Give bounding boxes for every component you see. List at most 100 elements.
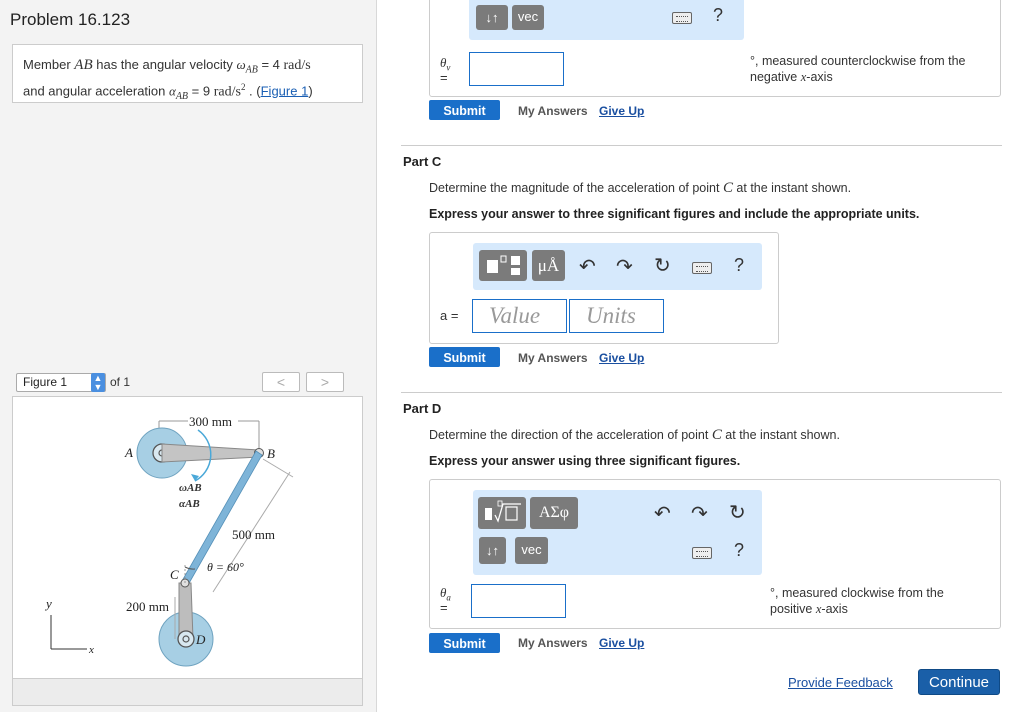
part-d-toolbar: ΑΣφ ↶ ↷ ↻ ↓↑ vec ? (473, 490, 762, 575)
vec-button[interactable]: vec (512, 5, 544, 30)
note-line: negative x-axis (750, 69, 966, 85)
undo-icon[interactable]: ↶ (579, 254, 596, 279)
part-c-toolbar: μÅ ↶ ↷ ↻ ? (473, 243, 762, 290)
omega-unit: rad/s (283, 58, 311, 73)
figure-footer (12, 679, 363, 706)
redo-icon[interactable]: ↷ (691, 501, 708, 526)
part-c-submit-button[interactable]: Submit (429, 347, 500, 367)
part-c-give-up-link[interactable]: Give Up (599, 351, 644, 365)
divider (401, 392, 1002, 393)
alpha-ab-label: αAB (179, 498, 200, 510)
part-c-instruction: Express your answer to three significant… (429, 207, 920, 221)
omega-ab-label: ωAB (179, 482, 202, 494)
member-symbol: AB (74, 57, 93, 73)
dimension-300-label: 300 mm (189, 414, 232, 429)
units-button[interactable]: μÅ (532, 250, 565, 281)
alpha-value: = 9 (188, 82, 214, 98)
omega-subscript: AB (245, 64, 258, 76)
provide-feedback-link[interactable]: Provide Feedback (788, 675, 893, 690)
math-templates-button[interactable] (478, 497, 526, 529)
theta-label: θ = 60° (207, 560, 244, 574)
part-d-give-up-link[interactable]: Give Up (599, 636, 644, 650)
note-text: negative (750, 70, 801, 84)
help-button[interactable]: ? (734, 255, 744, 276)
description-text: Determine the magnitude of the accelerat… (429, 181, 723, 195)
label-d: D (195, 632, 206, 647)
equals-sign: = (440, 70, 448, 85)
figure-select-value: Figure 1 (23, 375, 68, 389)
dimension-500-label: 500 mm (232, 527, 275, 542)
a-label: a = (440, 308, 459, 323)
x-axis-label: x (88, 644, 94, 656)
divider (401, 145, 1002, 146)
note-line: °, measured counterclockwise from the (750, 54, 966, 68)
units-input[interactable]: Units (569, 299, 664, 333)
omega-value: = 4 (257, 57, 284, 72)
statement-text: . ( (245, 82, 261, 98)
reset-icon[interactable]: ↻ (729, 500, 746, 525)
keyboard-icon[interactable] (692, 262, 712, 274)
part-c-my-answers-link[interactable]: My Answers (518, 351, 588, 365)
figure-select[interactable]: Figure 1 ▲ ▼ (16, 373, 106, 392)
equals-sign: = (440, 600, 448, 615)
label-c: C (170, 567, 179, 582)
problem-title: Problem 16.123 (10, 10, 131, 29)
description-text: at the instant shown. (732, 181, 852, 195)
statement-text: ) (308, 82, 313, 98)
part-b-submit-button[interactable]: Submit (429, 100, 500, 120)
point-symbol: C (711, 427, 722, 443)
reset-icon[interactable]: ↻ (654, 253, 671, 278)
omega-symbol: ω (236, 57, 246, 72)
description-text: at the instant shown. (721, 428, 840, 442)
theta-v-input[interactable] (469, 52, 564, 86)
statement-text: and angular acceleration (23, 82, 169, 98)
label-a: A (124, 445, 133, 460)
part-d-angle-note: °, measured clockwise from the positive … (770, 585, 944, 617)
templates-icon (487, 255, 520, 275)
problem-statement: Member AB has the angular velocity ωAB =… (12, 44, 363, 103)
part-b-give-up-link[interactable]: Give Up (599, 104, 644, 118)
redo-icon[interactable]: ↷ (616, 254, 633, 279)
statement-line-1: Member AB has the angular velocity ωAB =… (23, 56, 352, 79)
next-figure-button[interactable]: > (306, 372, 344, 392)
label-b: B (267, 446, 275, 461)
part-d-my-answers-link[interactable]: My Answers (518, 636, 588, 650)
help-button[interactable]: ? (734, 540, 744, 561)
continue-button[interactable]: Continue (918, 669, 1000, 695)
arrows-button[interactable]: ↓↑ (479, 537, 506, 564)
part-c-description: Determine the magnitude of the accelerat… (429, 180, 851, 197)
note-text: positive (770, 602, 816, 616)
radical-templates-icon (485, 500, 521, 523)
keyboard-icon[interactable] (692, 547, 712, 559)
note-text: -axis (806, 70, 833, 84)
point-symbol: C (722, 180, 733, 196)
description-text: Determine the direction of the accelerat… (429, 428, 712, 442)
theta-a-input[interactable] (471, 584, 566, 618)
statement-text: has the angular velocity (92, 57, 237, 72)
alpha-unit: rad/s (213, 83, 241, 99)
undo-icon[interactable]: ↶ (654, 501, 671, 526)
left-panel: Problem 16.123 Member AB has the angular… (0, 0, 377, 712)
alpha-subscript: AB (175, 90, 189, 102)
vec-button[interactable]: vec (515, 537, 548, 564)
figure-nav-bar: Figure 1 ▲ ▼ of 1 < > (12, 369, 363, 397)
figure-link[interactable]: Figure 1 (261, 83, 309, 98)
part-d-submit-button[interactable]: Submit (429, 633, 500, 653)
help-button[interactable]: ? (713, 5, 723, 26)
keyboard-icon[interactable] (672, 12, 692, 24)
arrows-button[interactable]: ↓↑ (476, 5, 508, 30)
note-line: positive x-axis (770, 601, 944, 617)
figure-count: of 1 (110, 375, 131, 389)
prev-figure-button[interactable]: < (262, 372, 300, 392)
templates-button[interactable] (479, 250, 527, 281)
part-b-my-answers-link[interactable]: My Answers (518, 104, 588, 118)
statement-line-2: and angular acceleration αAB = 9 rad/s2 … (23, 79, 352, 105)
value-input[interactable]: Value (472, 299, 567, 333)
greek-button[interactable]: ΑΣφ (530, 497, 578, 529)
statement-text: Member (23, 57, 75, 72)
part-d-instruction: Express your answer using three signific… (429, 454, 741, 468)
pin-d (177, 630, 195, 648)
figure-frame: 300 mm A B ωAB αAB 500 mm θ = 60° C 200 … (12, 396, 363, 679)
y-axis-label: y (44, 596, 52, 611)
part-d-description: Determine the direction of the accelerat… (429, 427, 840, 444)
